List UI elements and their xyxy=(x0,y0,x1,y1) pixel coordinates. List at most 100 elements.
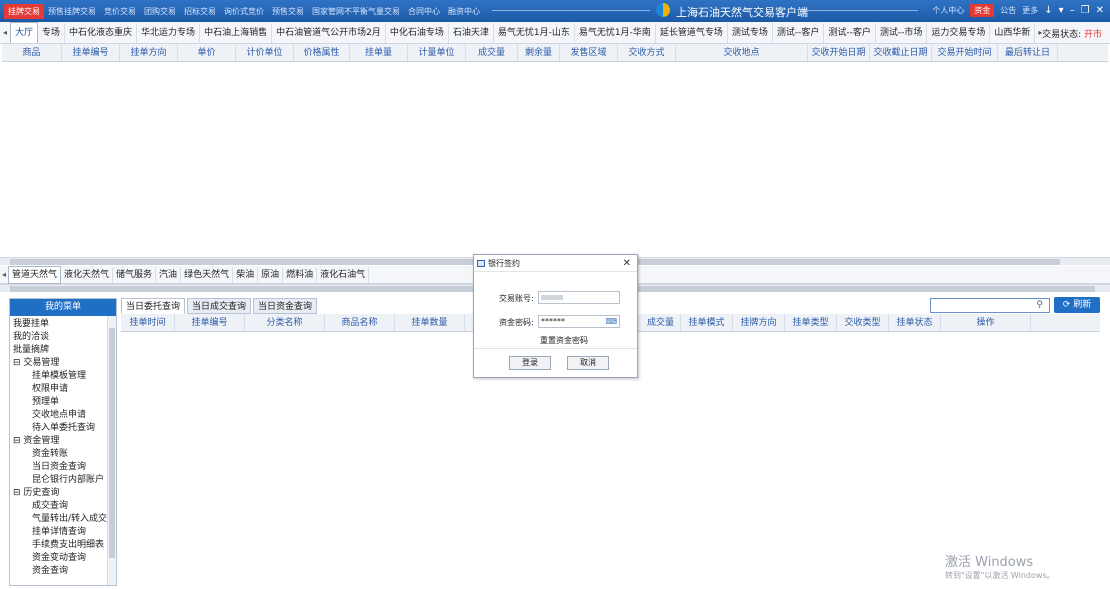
menu-item[interactable]: 成交查询 xyxy=(10,500,108,513)
menu-imbalance-gas[interactable]: 国家管网不平衡气量交易 xyxy=(308,4,404,19)
menu-presale-listing[interactable]: 预售挂牌交易 xyxy=(44,4,100,19)
close-icon[interactable]: ✕ xyxy=(623,255,631,272)
menu-item[interactable]: 资金查询 xyxy=(10,565,108,578)
col-header[interactable]: 挂单模式 xyxy=(681,314,733,331)
menu-inquiry-bidding[interactable]: 询价式竞价 xyxy=(220,4,268,19)
menu-item[interactable]: 挂单模板管理 xyxy=(10,370,108,383)
menu-item[interactable]: 气量转出/转入成交 xyxy=(10,513,108,526)
menu-vscroll[interactable] xyxy=(107,316,116,585)
col-header[interactable]: 分类名称 xyxy=(245,314,325,331)
menu-item[interactable]: 我的洽谈 xyxy=(10,331,108,344)
collapse-icon[interactable]: ⊟ xyxy=(13,488,21,498)
col-header[interactable]: 成交量 xyxy=(641,314,681,331)
col-header[interactable]: 交收开始日期 xyxy=(808,44,870,61)
account-field[interactable] xyxy=(538,291,620,304)
col-header[interactable]: 交易开始时间 xyxy=(932,44,998,61)
cancel-button[interactable]: 取消 xyxy=(567,356,609,370)
col-header[interactable]: 商品 xyxy=(2,44,62,61)
menu-item[interactable]: 权限申请 xyxy=(10,383,108,396)
col-header[interactable]: 挂单编号 xyxy=(62,44,120,61)
tab-market[interactable]: 中石油管道气公开市场2月 xyxy=(272,22,386,43)
menu-tender[interactable]: 招标交易 xyxy=(180,4,220,19)
reset-password-link[interactable]: 重置资金密码 xyxy=(540,335,588,346)
tab-market[interactable]: 华北运力专场 xyxy=(137,22,201,43)
tab-market[interactable]: 中石化液态重庆 xyxy=(65,22,138,43)
col-header[interactable]: 操作 xyxy=(941,314,1031,331)
col-header[interactable]: 成交量 xyxy=(466,44,518,61)
menu-item[interactable]: 资金转账 xyxy=(10,448,108,461)
announcement-link[interactable]: 公告 xyxy=(1000,5,1016,16)
col-header[interactable]: 交收地点 xyxy=(676,44,808,61)
tab-today-deals[interactable]: 当日成交查询 xyxy=(187,298,252,314)
col-header[interactable]: 计量单位 xyxy=(408,44,466,61)
menu-item[interactable]: 待入单委托查询 xyxy=(10,422,108,435)
product-tab[interactable]: 储气服务 xyxy=(113,266,157,283)
product-tab[interactable]: 液化天然气 xyxy=(61,266,114,283)
search-input[interactable]: ⚲ xyxy=(930,298,1050,313)
col-header[interactable]: 价格属性 xyxy=(294,44,350,61)
menu-item[interactable]: 挂单详情查询 xyxy=(10,526,108,539)
col-header[interactable]: 交收类型 xyxy=(837,314,889,331)
login-button[interactable]: 登录 xyxy=(509,356,551,370)
tab-market[interactable]: 石油天津 xyxy=(449,22,494,43)
product-tabs-left-icon[interactable]: ◂ xyxy=(0,270,8,279)
tab-special[interactable]: 专场 xyxy=(38,22,66,43)
menu-item[interactable]: 手续费支出明细表 xyxy=(10,539,108,552)
menu-contract-center[interactable]: 合同中心 xyxy=(404,4,444,19)
product-tab[interactable]: 管道天然气 xyxy=(8,265,62,284)
col-header[interactable]: 商品名称 xyxy=(325,314,395,331)
tab-hall[interactable]: 大厅 xyxy=(10,22,39,43)
col-header[interactable]: 挂单时间 xyxy=(121,314,175,331)
tab-market[interactable]: 中化石油专场 xyxy=(386,22,449,43)
col-header[interactable]: 挂单方向 xyxy=(120,44,178,61)
col-header[interactable]: 交收截止日期 xyxy=(870,44,932,61)
menu-listing-trade[interactable]: 挂牌交易 xyxy=(4,4,44,19)
col-header[interactable]: 挂牌方向 xyxy=(733,314,785,331)
product-tab[interactable]: 液化石油气 xyxy=(317,266,370,283)
tab-market[interactable]: 测试专场 xyxy=(728,22,773,43)
tab-today-orders[interactable]: 当日委托查询 xyxy=(121,298,186,314)
product-tab[interactable]: 柴油 xyxy=(233,266,259,283)
menu-group[interactable]: ⊟ 资金管理 xyxy=(10,435,108,448)
col-header[interactable]: 挂单状态 xyxy=(889,314,941,331)
collapse-icon[interactable]: ⊟ xyxy=(13,436,21,446)
menu-item[interactable]: 预理单 xyxy=(10,396,108,409)
product-tab[interactable]: 绿色天然气 xyxy=(181,266,234,283)
tab-market[interactable]: 易气无忧1月-山东 xyxy=(494,22,575,43)
skin-icon[interactable]: ▾ xyxy=(1059,5,1064,16)
menu-item[interactable]: 昆仑银行内部账户 xyxy=(10,474,108,487)
keyboard-icon[interactable]: ⌨ xyxy=(605,316,617,327)
tab-market[interactable]: 中石油上海销售 xyxy=(200,22,273,43)
tab-market[interactable]: 山西华新 xyxy=(990,22,1036,43)
refresh-button[interactable]: ⟳ 刷新 xyxy=(1054,297,1100,313)
more-link[interactable]: 更多 xyxy=(1022,5,1038,16)
menu-item[interactable]: 交收地点申请 xyxy=(10,409,108,422)
password-field[interactable]: ****** ⌨ xyxy=(538,315,620,328)
tab-today-funds[interactable]: 当日资金查询 xyxy=(253,298,318,314)
col-header[interactable]: 计价单位 xyxy=(236,44,294,61)
col-header[interactable]: 最后转让日 xyxy=(998,44,1058,61)
col-header[interactable]: 挂单类型 xyxy=(785,314,837,331)
tab-market[interactable]: 测试--客户 xyxy=(824,22,876,43)
download-icon[interactable]: ↓ xyxy=(1044,5,1052,16)
menu-bidding[interactable]: 竞价交易 xyxy=(100,4,140,19)
close-icon[interactable]: ✕ xyxy=(1096,5,1104,16)
menu-item[interactable]: 批量摘牌 xyxy=(10,344,108,357)
tab-market[interactable]: 测试--客户 xyxy=(773,22,825,43)
search-icon[interactable]: ⚲ xyxy=(1036,300,1043,310)
menu-finance-center[interactable]: 融资中心 xyxy=(444,4,484,19)
funds-button[interactable]: 资金 xyxy=(970,4,995,17)
minimize-icon[interactable]: – xyxy=(1070,5,1075,16)
col-header[interactable]: 挂单数量 xyxy=(395,314,465,331)
menu-item[interactable]: 我要挂单 xyxy=(10,318,108,331)
tab-market[interactable]: 测试--市场 xyxy=(876,22,928,43)
col-header[interactable]: 剩余量 xyxy=(518,44,560,61)
col-header[interactable]: 挂单量 xyxy=(350,44,408,61)
menu-group[interactable]: ⊟ 交易管理 xyxy=(10,357,108,370)
tabs-scroll-left-icon[interactable]: ◂ xyxy=(0,28,10,37)
col-header[interactable]: 发售区域 xyxy=(560,44,618,61)
personal-center-link[interactable]: 个人中心 xyxy=(932,5,964,16)
col-header[interactable]: 挂单编号 xyxy=(175,314,245,331)
tab-market[interactable]: 运力交易专场 xyxy=(927,22,991,43)
collapse-icon[interactable]: ⊟ xyxy=(13,358,21,368)
